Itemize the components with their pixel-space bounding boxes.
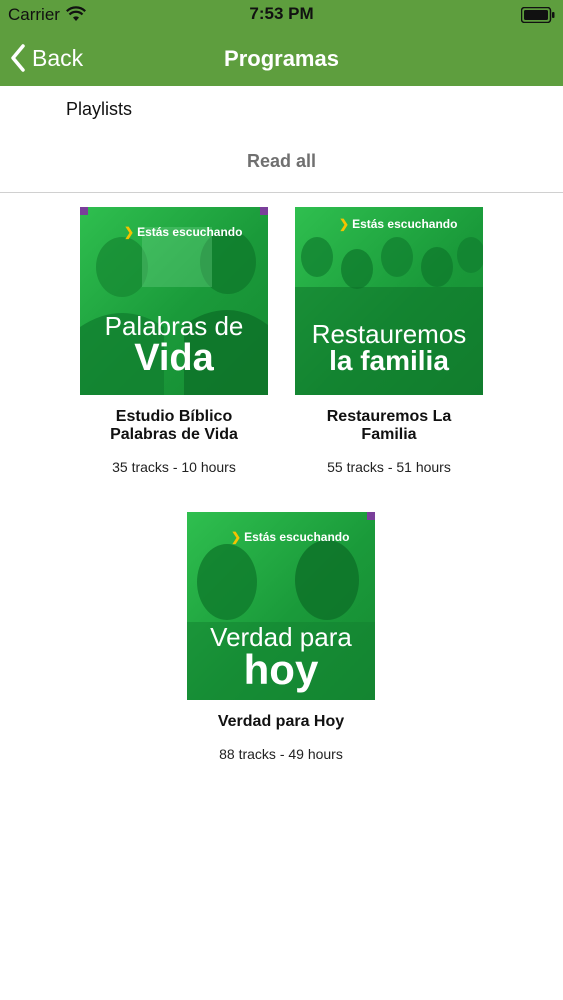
cover-corner-accent [260, 207, 268, 215]
cover-title-line2: hoy [243, 646, 319, 693]
status-time: 7:53 PM [249, 4, 314, 23]
chevron-right-icon: ❯ [124, 225, 135, 239]
program-card-verdad-para-hoy[interactable]: ❯ Estás escuchando Verdad para hoy Verdad… [171, 512, 391, 762]
app-header: Carrier 7:53 PM Back Programas [0, 0, 563, 86]
program-title: Restauremos La Familia [326, 408, 452, 443]
cover-title-line2: la familia [329, 345, 449, 376]
program-card-restauremos-la-familia[interactable]: ❯ Estás escuchando Restauremos la familia… [279, 207, 499, 475]
back-label: Back [32, 44, 84, 71]
program-cover-image[interactable]: ❯ Estás escuchando Verdad para hoy [187, 512, 375, 700]
program-title: Verdad para Hoy [217, 713, 345, 730]
read-all-button[interactable]: Read all [0, 151, 563, 172]
back-button[interactable]: Back [10, 40, 83, 76]
cover-tag: ❯ Estás escuchando [339, 217, 458, 231]
page-title: Programas [224, 46, 339, 71]
battery-icon [521, 7, 555, 23]
cover-corner-accent [367, 512, 375, 520]
divider [0, 192, 563, 193]
program-meta: 55 tracks - 51 hours [327, 459, 451, 475]
cover-tag: ❯ Estás escuchando [231, 530, 350, 544]
cover-corner-accent [80, 207, 88, 215]
chevron-left-icon [11, 44, 25, 72]
chevron-right-icon: ❯ [339, 217, 350, 231]
navigation-bar: Back Programas [0, 30, 563, 86]
program-title: Estudio Bíblico Palabras de Vida [110, 408, 238, 443]
program-cover-image[interactable]: ❯ Estás escuchando Restauremos la familia [295, 207, 483, 395]
program-card-palabras-de-vida[interactable]: ❯ Estás escuchando Palabras de Vida Estud… [64, 207, 284, 475]
cover-title-line2: Vida [134, 337, 214, 379]
program-meta: 35 tracks - 10 hours [112, 459, 236, 475]
section-label: Playlists [66, 99, 133, 119]
program-meta: 88 tracks - 49 hours [219, 746, 343, 762]
cover-tag: ❯ Estás escuchando [124, 225, 243, 239]
program-cover-image[interactable]: ❯ Estás escuchando Palabras de Vida [80, 207, 268, 395]
chevron-right-icon: ❯ [231, 530, 242, 544]
status-bar: Carrier 7:53 PM [0, 0, 563, 30]
